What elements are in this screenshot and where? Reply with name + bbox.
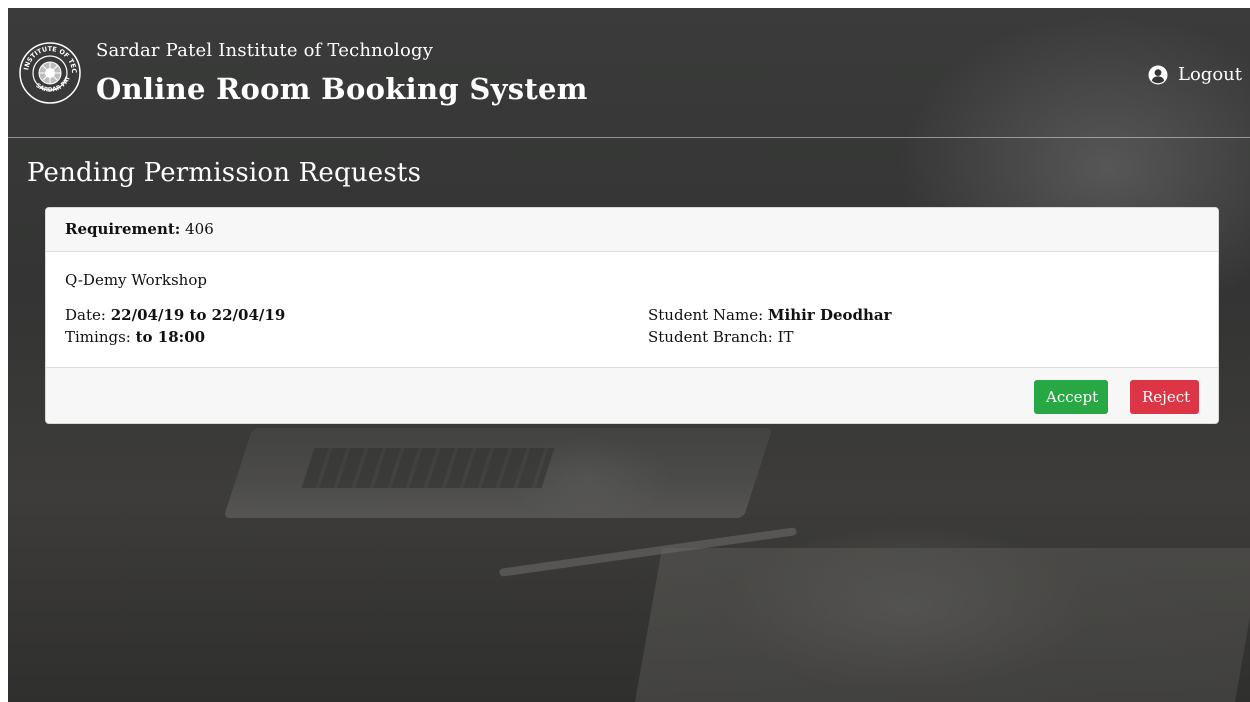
timings-row: Timings: to 18:00 [65, 326, 285, 348]
student-info: Student Name: Mihir Deodhar Student Bran… [648, 304, 892, 348]
timings-label: Timings: [65, 328, 131, 346]
student-branch-row: Student Branch: IT [648, 326, 892, 348]
page-title: Pending Permission Requests [27, 158, 422, 188]
request-card: Requirement: 406 Q-Demy Workshop Date: 2… [45, 207, 1219, 424]
logout-link[interactable]: Logout [1148, 64, 1242, 85]
app-title: Online Room Booking System [96, 72, 588, 106]
student-name-label: Student Name: [648, 306, 764, 324]
timings-value: to 18:00 [135, 328, 206, 346]
institute-name: Sardar Patel Institute of Technology [96, 40, 434, 61]
background-notebook [633, 548, 1250, 702]
request-card-footer: Accept Reject [46, 367, 1218, 423]
student-name-value: Mihir Deodhar [767, 306, 892, 324]
requirement-label: Requirement: [65, 220, 181, 238]
request-card-body: Q-Demy Workshop Date: 22/04/19 to 22/04/… [46, 252, 1218, 367]
student-name-row: Student Name: Mihir Deodhar [648, 304, 892, 326]
top-navbar: INSTITUTE OF TECHNOLOGY SARDAR PATEL Sar… [8, 8, 1250, 138]
requirement-value: 406 [185, 220, 214, 238]
date-value: 22/04/19 to 22/04/19 [110, 306, 286, 324]
background-keyboard [301, 448, 555, 488]
reject-button[interactable]: Reject [1130, 380, 1199, 414]
accept-button[interactable]: Accept [1034, 380, 1108, 414]
logout-label: Logout [1178, 64, 1242, 85]
date-row: Date: 22/04/19 to 22/04/19 [65, 304, 285, 326]
student-branch-value: IT [777, 328, 794, 346]
event-name: Q-Demy Workshop [65, 271, 207, 289]
institute-seal-icon: INSTITUTE OF TECHNOLOGY SARDAR PATEL [15, 26, 82, 114]
background-photo: INSTITUTE OF TECHNOLOGY SARDAR PATEL Sar… [8, 8, 1250, 702]
student-branch-label: Student Branch: [648, 328, 773, 346]
user-circle-icon [1148, 65, 1168, 85]
date-label: Date: [65, 306, 106, 324]
request-card-header: Requirement: 406 [46, 208, 1218, 252]
request-schedule: Date: 22/04/19 to 22/04/19 Timings: to 1… [65, 304, 285, 348]
